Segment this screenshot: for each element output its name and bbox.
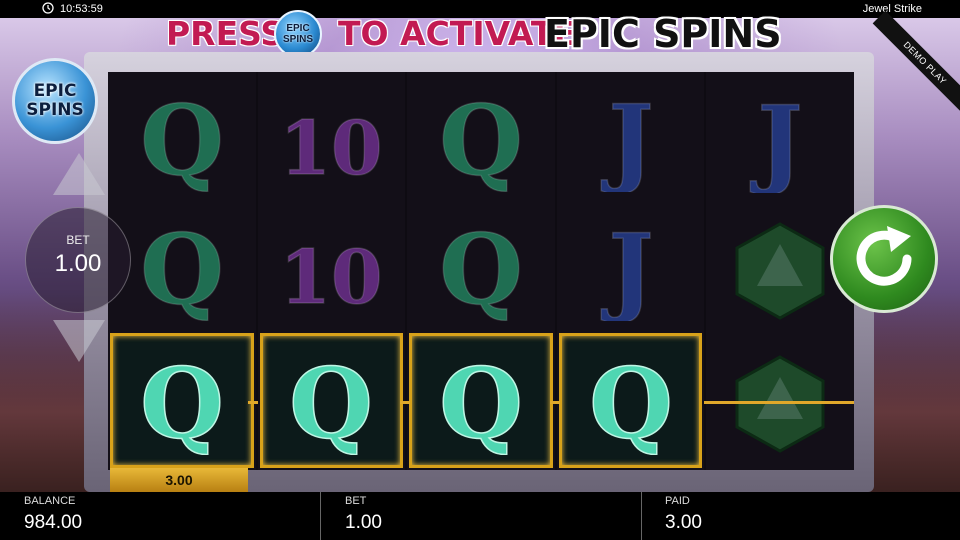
winning-symbol-cell: Q	[409, 332, 553, 468]
symbol-cell: J	[557, 201, 705, 330]
win-line-segment	[248, 401, 258, 404]
reel-1: QQQ	[108, 72, 256, 470]
letter-j-symbol-icon: J	[599, 212, 654, 321]
reel-4: JJQ	[556, 72, 705, 470]
svg-text:Q: Q	[589, 347, 673, 455]
banner-epic-spins-title: EPIC SPINS	[544, 12, 782, 56]
symbol-cell: Q	[407, 72, 555, 201]
clock-icon	[42, 2, 54, 14]
reel-3: QQQ	[407, 72, 555, 470]
win-line-segment	[550, 401, 560, 404]
svg-text:10: 10	[280, 106, 383, 192]
banner-badge-top: EPIC	[286, 23, 310, 34]
epic-spins-button-top: EPIC	[33, 81, 77, 101]
bet-value: 1.00	[345, 512, 382, 533]
game-title: Jewel Strike	[862, 3, 922, 15]
divider	[320, 492, 321, 540]
bottom-bar: BALANCE 984.00 BET 1.00 PAID 3.00	[0, 492, 960, 540]
letter-q-symbol-icon: Q	[438, 83, 523, 192]
letter-q-symbol-icon: Q	[139, 83, 224, 192]
letter-10-symbol-icon: 10	[279, 234, 383, 321]
svg-text:Q: Q	[140, 84, 224, 192]
bet-dial: BET 1.00	[25, 207, 131, 313]
bet-dial-value: 1.00	[54, 250, 102, 277]
banner-activate-text: TO ACTIVATE	[338, 14, 576, 53]
reel-2: 10 10 Q	[257, 72, 406, 470]
svg-text:Q: Q	[439, 213, 523, 321]
bet-dial-label: BET	[66, 233, 90, 247]
win-line	[704, 401, 854, 404]
svg-text:J: J	[600, 84, 653, 192]
bet-label: BET	[345, 495, 367, 507]
balance-value: 984.00	[24, 512, 83, 533]
letter-q-symbol-icon: Q	[588, 347, 673, 456]
win-line-segment	[400, 401, 410, 404]
symbol-cell: J	[706, 72, 854, 205]
winning-symbol-cell: Q	[259, 332, 404, 468]
refresh-spin-icon	[856, 226, 912, 286]
letter-q-symbol-icon: Q	[438, 347, 523, 456]
balance-label: BALANCE	[24, 495, 76, 507]
banner-press-text: PRESS	[166, 14, 285, 53]
spin-button[interactable]	[830, 205, 938, 313]
winning-symbol-cell: Q	[558, 332, 703, 468]
letter-j-symbol-icon: J	[749, 85, 804, 194]
letter-10-symbol-icon: 10	[279, 105, 383, 192]
symbol-cell: J	[557, 72, 705, 201]
divider	[641, 492, 642, 540]
letter-q-symbol-icon: Q	[139, 212, 224, 321]
reel-grid: Q Q Q 10 10 Q Q Q Q J J Q J	[108, 72, 854, 470]
letter-q-symbol-icon: Q	[289, 347, 374, 456]
winning-symbol-cell: Q	[110, 332, 254, 468]
win-amount-label: 3.00	[110, 468, 248, 492]
svg-text:Q: Q	[140, 213, 224, 321]
letter-q-symbol-icon: Q	[438, 212, 523, 321]
gem-symbol-icon	[735, 222, 825, 320]
clock-time: 10:53:59	[60, 3, 103, 15]
svg-text:10: 10	[280, 235, 383, 321]
epic-spins-banner: PRESS EPIC SPINS TO ACTIVATE EPIC SPINS	[160, 8, 810, 58]
svg-text:Q: Q	[140, 347, 224, 455]
symbol-cell: Q	[108, 72, 256, 201]
bet-decrease-arrow-icon[interactable]	[53, 320, 105, 362]
epic-spins-button[interactable]: EPIC SPINS	[12, 58, 98, 144]
letter-q-symbol-icon: Q	[139, 347, 224, 456]
svg-text:Q: Q	[439, 84, 523, 192]
paid-label: PAID	[665, 495, 690, 507]
svg-text:Q: Q	[290, 347, 374, 455]
symbol-cell: Q	[407, 201, 555, 330]
demo-play-ribbon: DEMO PLAY	[872, 10, 960, 116]
banner-epic-spins-badge: EPIC SPINS	[274, 10, 322, 58]
symbol-cell: 10	[258, 201, 406, 330]
letter-j-symbol-icon: J	[599, 83, 654, 192]
svg-text:J: J	[600, 213, 653, 321]
bet-increase-arrow-icon[interactable]	[53, 153, 105, 195]
paid-value: 3.00	[665, 512, 702, 533]
banner-badge-bottom: SPINS	[282, 34, 313, 45]
symbol-cell: 10	[258, 72, 406, 201]
svg-text:Q: Q	[439, 347, 523, 455]
epic-spins-button-bottom: SPINS	[26, 100, 84, 120]
svg-text:J: J	[749, 85, 802, 193]
